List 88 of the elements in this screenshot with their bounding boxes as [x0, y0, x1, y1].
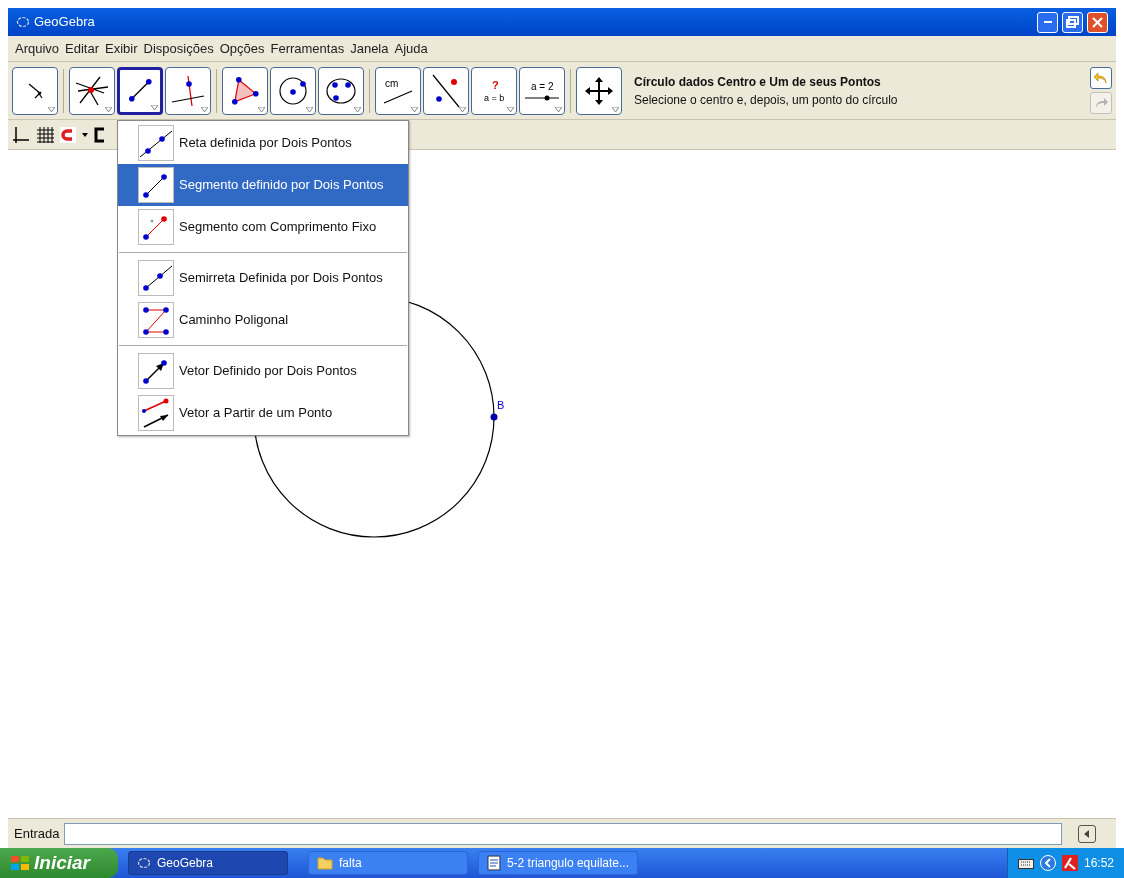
folder-icon	[317, 856, 333, 870]
move-tool-icon	[27, 82, 43, 99]
caret-icon	[306, 106, 313, 112]
perpendicular-tool-icon	[171, 74, 205, 107]
undo-button[interactable]	[1090, 67, 1112, 89]
keyboard-icon[interactable]	[1017, 857, 1034, 869]
dropdown-arrow-icon[interactable]	[82, 132, 88, 137]
keyboard-toggle-button[interactable]	[1078, 824, 1096, 843]
tool-button[interactable]	[318, 66, 364, 115]
menu-item[interactable]: Ajuda	[391, 38, 431, 59]
restore-button[interactable]	[1062, 11, 1083, 33]
menu-item[interactable]: Editar	[62, 38, 103, 59]
close-icon	[1092, 16, 1103, 28]
tool-button[interactable]: ? a = b	[471, 66, 517, 115]
close-button[interactable]	[1087, 11, 1108, 33]
tool-button[interactable]: a = 2	[519, 66, 565, 115]
fixed-tool-icon	[138, 209, 174, 245]
axes-icon[interactable]	[12, 125, 30, 144]
dropdown-item[interactable]: Reta definida por Dois Pontos	[118, 122, 408, 164]
caret-icon	[411, 106, 418, 112]
menu-item[interactable]: Janela	[347, 38, 392, 59]
caret-icon	[48, 106, 55, 112]
dropdown-item[interactable]: Vetor a Partir de um Ponto	[118, 392, 408, 434]
caret-icon	[258, 106, 265, 112]
dropdown-item[interactable]: Semirreta Definida por Dois Pontos	[118, 257, 408, 299]
tool-button[interactable]	[270, 66, 316, 115]
dropdown-item[interactable]: Segmento definido por Dois Pontos	[118, 164, 408, 206]
reflect-tool-icon	[432, 73, 460, 108]
tool-button[interactable]	[69, 66, 115, 115]
dropdown-item[interactable]: Caminho Poligonal	[118, 299, 408, 341]
triangle-icon	[1083, 829, 1091, 838]
segment-tool-icon	[138, 167, 174, 203]
undo-icon	[1093, 70, 1109, 86]
point-label: B	[497, 398, 505, 413]
polygon-tool-icon	[230, 75, 260, 106]
taskbar-button[interactable]: 5-2 triangulo equilate...	[478, 851, 638, 875]
tool-button[interactable]	[222, 66, 268, 115]
relation-tool-icon: ? a = b	[482, 77, 506, 104]
document-icon	[487, 855, 501, 871]
magnet-icon[interactable]	[60, 126, 76, 143]
grid-icon[interactable]	[36, 125, 54, 144]
caret-icon	[555, 106, 562, 112]
restore-icon	[1066, 16, 1079, 28]
tool-button[interactable]	[117, 66, 163, 115]
tool-button[interactable]	[576, 66, 622, 115]
caret-icon	[201, 106, 208, 112]
caret-icon	[507, 106, 514, 112]
input-field[interactable]	[63, 822, 1062, 845]
line-tool-icon	[138, 125, 174, 161]
caret-icon	[105, 106, 112, 112]
dropdown-item[interactable]: Vetor Definido por Dois Pontos	[118, 350, 408, 392]
menu-item[interactable]: Ferramentas	[267, 38, 348, 59]
input-label: Entrada	[14, 824, 60, 843]
point	[490, 413, 498, 421]
menu-item[interactable]: Exibir	[102, 38, 141, 59]
caret-icon	[151, 104, 158, 110]
vectorfrom-tool-icon	[138, 395, 174, 431]
segment-tool-icon	[127, 78, 153, 103]
start-button[interactable]: Iniciar	[0, 848, 118, 878]
tool-button[interactable]: cm	[375, 66, 421, 115]
menu-item[interactable]: Disposições	[140, 38, 217, 59]
polyline-tool-icon	[138, 302, 174, 338]
vector-tool-icon	[138, 353, 174, 389]
caret-icon	[354, 106, 361, 112]
app-icon	[16, 15, 30, 29]
tool-button[interactable]	[423, 66, 469, 115]
caret-icon	[612, 106, 619, 112]
tool-help-title: Círculo dados Centro e Um de seus Pontos	[634, 73, 882, 91]
window-title: GeoGebra	[34, 13, 95, 32]
clock: 16:52	[1083, 855, 1114, 872]
pan-tool-icon	[584, 75, 614, 106]
menu-item[interactable]: Arquivo	[12, 38, 63, 59]
tool-button[interactable]	[165, 66, 211, 115]
menu-item[interactable]: Opções	[216, 38, 268, 59]
dropdown-item[interactable]: Segmento com Comprimento Fixo	[118, 206, 408, 248]
minimize-button[interactable]	[1037, 11, 1058, 33]
app-icon	[137, 856, 151, 870]
circle-tool-icon	[279, 76, 307, 105]
taskbar-button[interactable]: GeoGebra	[128, 851, 288, 875]
ray-tool-icon	[138, 260, 174, 296]
minimize-icon	[1043, 21, 1052, 23]
caret-icon	[459, 106, 466, 112]
intersect-tool-icon	[75, 75, 109, 106]
windows-logo-icon	[10, 854, 30, 872]
taskbar-button[interactable]: falta	[308, 851, 468, 875]
conic-tool-icon	[326, 77, 356, 104]
antivirus-icon[interactable]	[1061, 855, 1078, 871]
tool-help-text: Selecione o centro e, depois, um ponto do círculo	[634, 91, 899, 109]
